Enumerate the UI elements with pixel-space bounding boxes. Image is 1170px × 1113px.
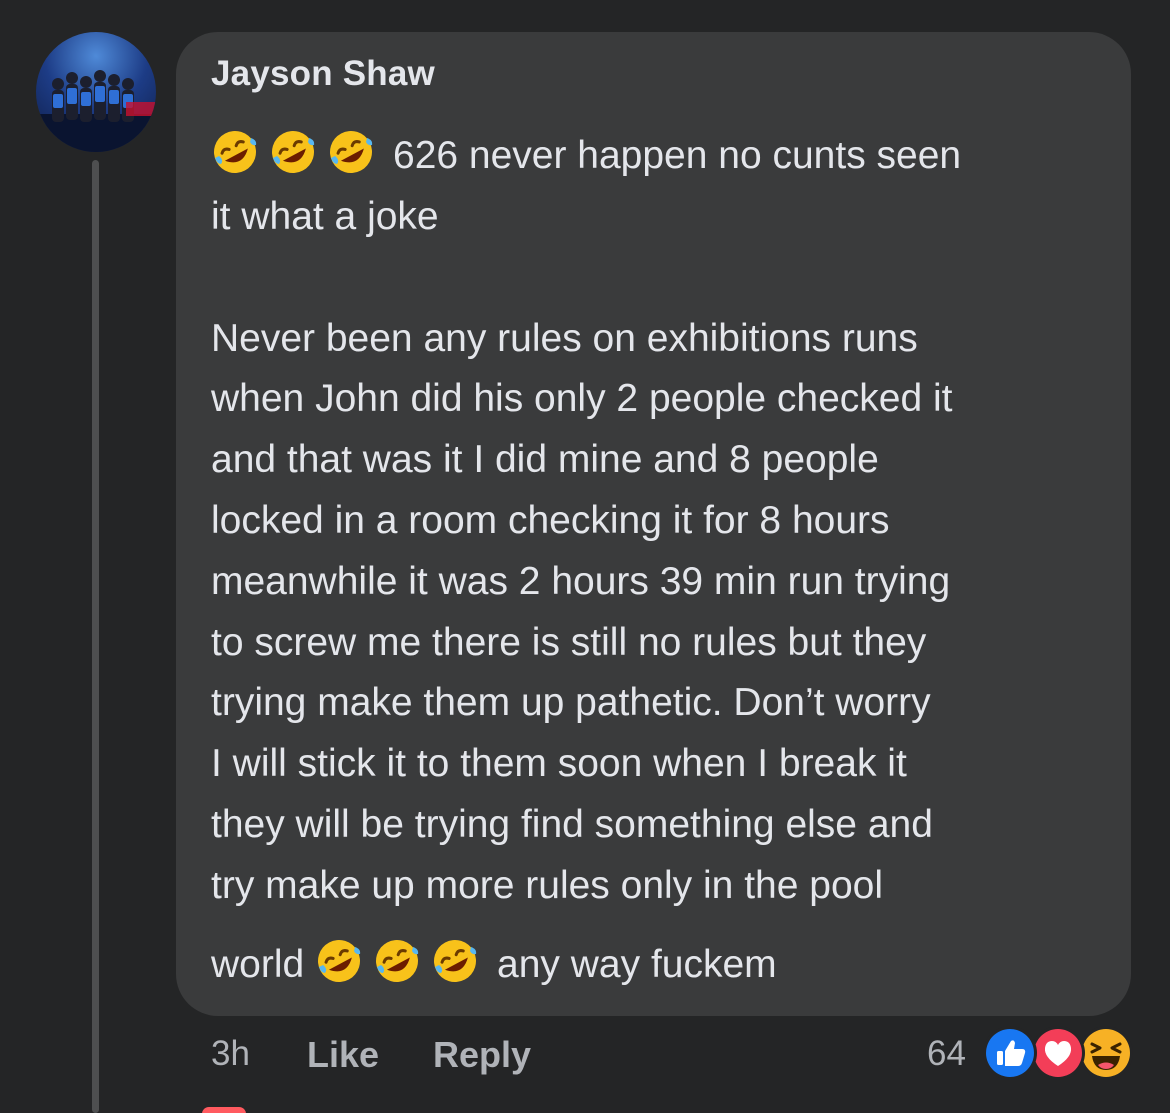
- love-reaction-icon: [1034, 1029, 1082, 1077]
- rolling-on-floor-laughing-emoji-icon: [327, 128, 375, 176]
- comment-line: Never been any rules on exhibitions runs: [211, 316, 918, 360]
- comment-line: they will be trying find something else …: [211, 802, 933, 846]
- comment-line: I will stick it to them soon when I brea…: [211, 742, 907, 786]
- comment-author[interactable]: Jayson Shaw: [211, 54, 435, 94]
- rolling-on-floor-laughing-emoji-icon: [315, 937, 363, 985]
- team-photo-image: [36, 70, 156, 152]
- rolling-on-floor-laughing-emoji-icon: [431, 937, 479, 985]
- reaction-summary[interactable]: [986, 1026, 1136, 1080]
- comment-line: meanwhile it was 2 hours 39 min run tryi…: [211, 559, 951, 603]
- reaction-count[interactable]: 64: [927, 1034, 966, 1074]
- comment-line: when John did his only 2 people checked …: [211, 377, 953, 421]
- comment-line: 626 never happen no cunts seen: [211, 126, 1106, 187]
- reply-button[interactable]: Reply: [433, 1034, 531, 1076]
- comment-line: try make up more rules only in the pool: [211, 863, 883, 907]
- comment-line: trying make them up pathetic. Don’t worr…: [211, 681, 931, 725]
- next-reply-avatar-edge: [202, 1107, 246, 1113]
- avatar[interactable]: [36, 32, 156, 152]
- comment-line: it what a joke: [211, 194, 439, 238]
- comment-line-text: any way fuckem: [497, 942, 777, 986]
- rolling-on-floor-laughing-emoji-icon: [373, 937, 421, 985]
- comment-line-text: world: [211, 942, 305, 986]
- comment-line: and that was it I did mine and 8 people: [211, 438, 879, 482]
- rolling-on-floor-laughing-emoji-icon: [269, 128, 317, 176]
- comment-body: 626 never happen no cunts seen it what a…: [211, 126, 1106, 995]
- comment-footer: 3h Like Reply 64: [0, 1026, 1170, 1086]
- thread-line: [92, 160, 99, 1113]
- comment-blank-line: [211, 248, 1106, 309]
- comment-line: to screw me there is still no rules but …: [211, 620, 927, 664]
- comment-timestamp[interactable]: 3h: [211, 1034, 250, 1074]
- comment-thread: Jayson Shaw 626 never happen no cunts se…: [0, 0, 1170, 1113]
- comment-line-text: 626 never happen no cunts seen: [393, 134, 962, 177]
- comment-line: world any way fuckem: [211, 935, 1106, 996]
- haha-reaction-icon: [1082, 1029, 1130, 1077]
- like-button[interactable]: Like: [307, 1034, 379, 1076]
- comment-line: locked in a room checking it for 8 hours: [211, 498, 890, 542]
- like-reaction-icon: [986, 1029, 1034, 1077]
- rolling-on-floor-laughing-emoji-icon: [211, 128, 259, 176]
